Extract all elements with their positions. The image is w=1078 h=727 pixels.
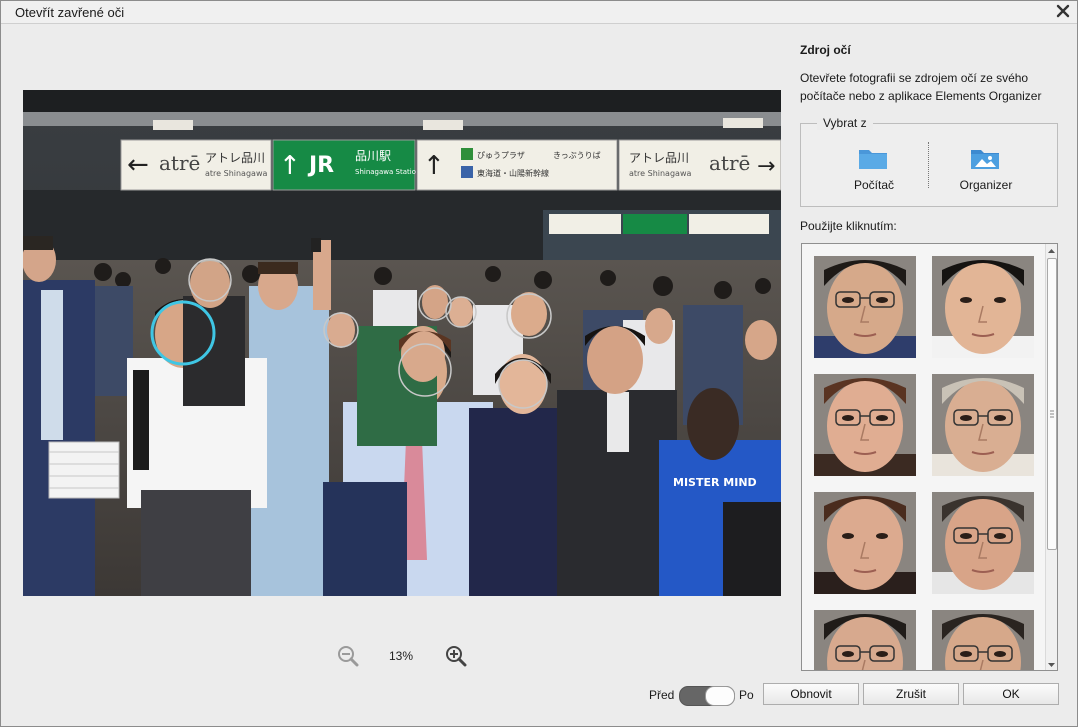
- organizer-source-button[interactable]: Organizer: [931, 144, 1041, 200]
- computer-source-button[interactable]: Počítač: [819, 144, 929, 200]
- sign-right-sub: atre Shinagawa: [629, 169, 691, 178]
- window-title: Otevřít zavřené oči: [15, 5, 125, 20]
- ok-button[interactable]: OK: [963, 683, 1059, 705]
- face-thumb-1[interactable]: [814, 256, 916, 358]
- use-by-click-label: Použijte kliknutím:: [800, 219, 897, 233]
- source-divider: [928, 142, 929, 188]
- scrollbar-thumb[interactable]: [1047, 258, 1057, 550]
- zoom-level: 13%: [389, 649, 414, 663]
- sign-mid-line1: ぴゅうプラザ: [477, 151, 525, 160]
- eye-source-description: Otevřete fotografii se zdrojem očí ze sv…: [800, 71, 1042, 103]
- scroll-down-icon[interactable]: [1046, 659, 1057, 669]
- face-thumb-6[interactable]: [932, 492, 1034, 594]
- cancel-button[interactable]: Zrušit: [863, 683, 959, 705]
- face-thumb-4[interactable]: [932, 374, 1034, 476]
- sign-left-brand: atrē: [159, 151, 200, 175]
- sign-mid-line2: きっぷうりば: [553, 151, 601, 160]
- sign-mid-line3: 東海道・山陽新幹線: [477, 168, 549, 178]
- before-label: Před: [649, 688, 675, 702]
- sign-right-brand: atrē: [709, 151, 750, 175]
- photo-preview[interactable]: ← atrē アトレ品川 atre Shinagawa ↑ JR 品川駅 Shi…: [23, 90, 781, 596]
- svg-text:←: ←: [127, 150, 149, 180]
- close-icon[interactable]: [1055, 3, 1071, 19]
- svg-text:↑: ↑: [279, 151, 301, 181]
- dialog-window: Otevřít zavřené oči ← atrē アトレ品川 atre Sh…: [0, 0, 1078, 727]
- reset-button[interactable]: Obnovit: [763, 683, 859, 705]
- face-thumb-3[interactable]: [814, 374, 916, 476]
- folder-icon: [858, 146, 888, 173]
- shirt-text: MISTER MIND: [673, 476, 757, 489]
- sign-jr-logo: JR: [307, 153, 334, 178]
- face-thumb-7[interactable]: [814, 610, 916, 670]
- organizer-source-label: Organizer: [959, 178, 1013, 192]
- photo-folder-icon: [970, 146, 1000, 173]
- select-from-group: Počítač Organizer: [800, 123, 1058, 207]
- svg-text:→: →: [757, 154, 775, 179]
- before-after-toggle[interactable]: [679, 686, 735, 706]
- zoom-in-icon[interactable]: [445, 645, 467, 667]
- sign-right-text: アトレ品川: [629, 151, 689, 165]
- after-label: Po: [739, 688, 754, 702]
- sign-station-jp: 品川駅: [355, 149, 391, 163]
- eye-source-title: Zdroj očí: [800, 43, 851, 57]
- svg-text:↑: ↑: [423, 151, 445, 181]
- scroll-up-icon[interactable]: [1046, 245, 1057, 255]
- face-thumb-8[interactable]: [932, 610, 1034, 670]
- title-bar: Otevřít zavřené oči: [1, 1, 1077, 24]
- eye-thumbnail-list[interactable]: [801, 243, 1058, 671]
- computer-source-label: Počítač: [853, 178, 895, 192]
- toggle-knob: [705, 686, 735, 706]
- face-thumb-5[interactable]: [814, 492, 916, 594]
- sign-station-en: Shinagawa Station: [355, 168, 420, 176]
- select-from-label: Vybrat z: [817, 116, 873, 130]
- face-thumb-2[interactable]: [932, 256, 1034, 358]
- sign-left-sub: atre Shinagawa: [205, 169, 267, 178]
- zoom-out-icon[interactable]: [337, 645, 359, 667]
- sign-left-text: アトレ品川: [205, 151, 265, 165]
- thumbnail-scrollbar[interactable]: [1045, 244, 1057, 670]
